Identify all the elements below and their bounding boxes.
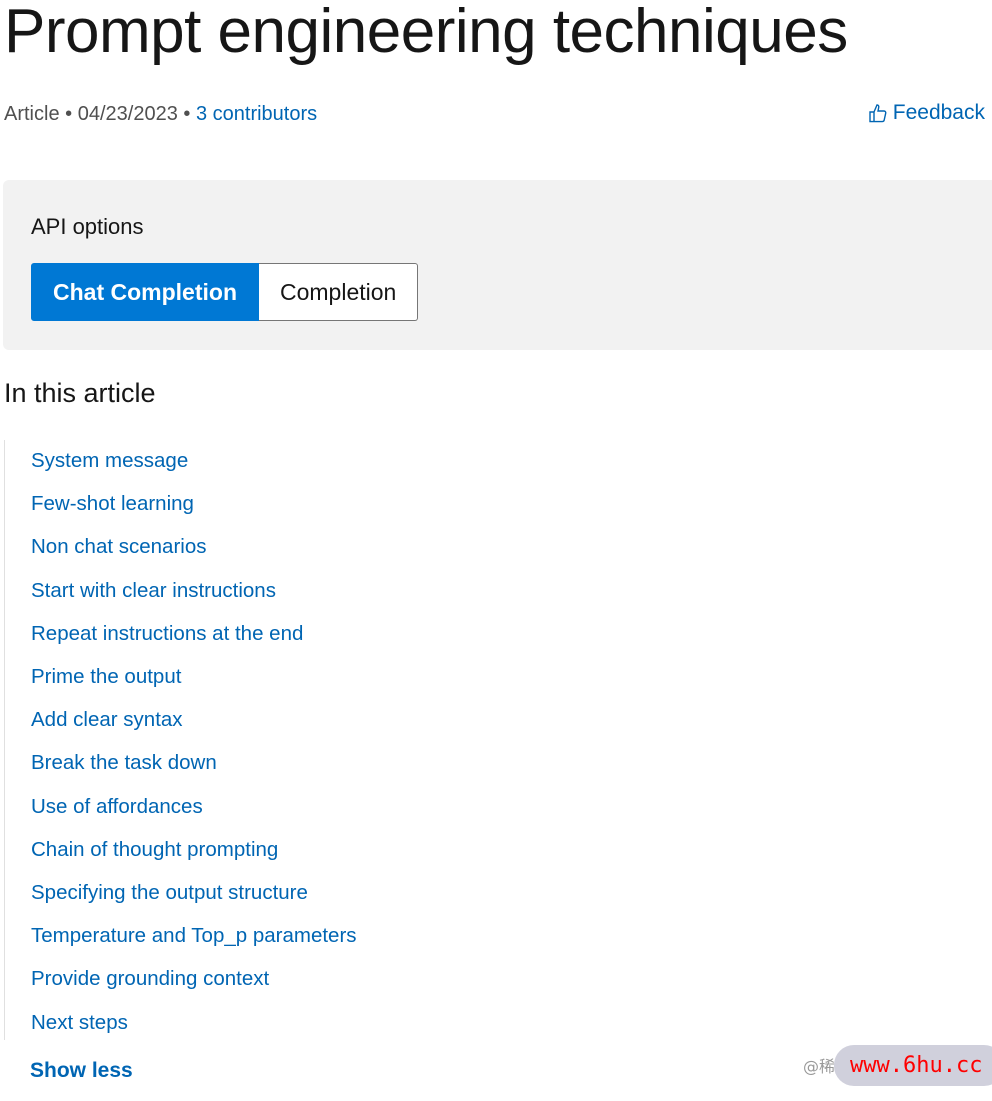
thumbs-up-icon (869, 104, 887, 123)
toc-item: Add clear syntax (31, 708, 183, 732)
tab-completion[interactable]: Completion (259, 263, 419, 321)
toc-link[interactable]: Use of affordances (31, 795, 203, 818)
toc-item: Temperature and Top_p parameters (31, 924, 357, 948)
page-title: Prompt engineering techniques (4, 0, 848, 66)
toc-link[interactable]: Next steps (31, 1011, 128, 1034)
toc-link[interactable]: Chain of thought prompting (31, 838, 278, 861)
watermark: @稀 (803, 1057, 836, 1076)
toc-item: Start with clear instructions (31, 579, 276, 603)
toc-heading: In this article (4, 378, 156, 408)
article-metadata: Article • 04/23/2023 • 3 contributors (4, 103, 317, 126)
feedback-label: Feedback (892, 101, 985, 124)
toc-link[interactable]: Specifying the output structure (31, 881, 308, 904)
show-less-button[interactable]: Show less (30, 1059, 133, 1083)
api-options-heading: API options (31, 214, 144, 239)
toc-item: System message (31, 449, 188, 473)
toc-link[interactable]: Temperature and Top_p parameters (31, 924, 357, 947)
toc-link[interactable]: Add clear syntax (31, 708, 183, 731)
feedback-button[interactable]: Feedback (869, 101, 985, 125)
toc-link[interactable]: Repeat instructions at the end (31, 622, 303, 645)
toc-link[interactable]: Non chat scenarios (31, 535, 206, 558)
api-options-panel: API options Chat Completion Completion (3, 180, 992, 350)
separator: • (65, 103, 73, 125)
separator: • (183, 103, 191, 125)
toc-link[interactable]: Break the task down (31, 751, 217, 774)
api-options-tabs: Chat Completion Completion (31, 263, 419, 321)
article-type: Article (4, 103, 60, 125)
toc-item: Repeat instructions at the end (31, 622, 303, 646)
toc-link[interactable]: Prime the output (31, 665, 181, 688)
toc-item: Few-shot learning (31, 492, 194, 516)
toc-item: Provide grounding context (31, 967, 269, 991)
tab-chat-completion[interactable]: Chat Completion (31, 263, 259, 321)
toc-link[interactable]: Provide grounding context (31, 967, 269, 990)
toc-item: Non chat scenarios (31, 535, 206, 559)
toc-item: Chain of thought prompting (31, 838, 278, 862)
table-of-contents: System message Few-shot learning Non chat … (4, 440, 605, 1040)
toc-link[interactable]: Start with clear instructions (31, 579, 276, 602)
toc-item: Specifying the output structure (31, 881, 308, 905)
watermark-site: www.6hu.cc (834, 1045, 992, 1086)
toc-link[interactable]: System message (31, 449, 188, 472)
toc-item: Prime the output (31, 665, 181, 689)
toc-item: Break the task down (31, 751, 217, 775)
contributors-link[interactable]: 3 contributors (196, 103, 317, 125)
toc-item: Next steps (31, 1011, 128, 1035)
toc-link[interactable]: Few-shot learning (31, 492, 194, 515)
toc-item: Use of affordances (31, 795, 203, 819)
article-date: 04/23/2023 (77, 103, 178, 125)
